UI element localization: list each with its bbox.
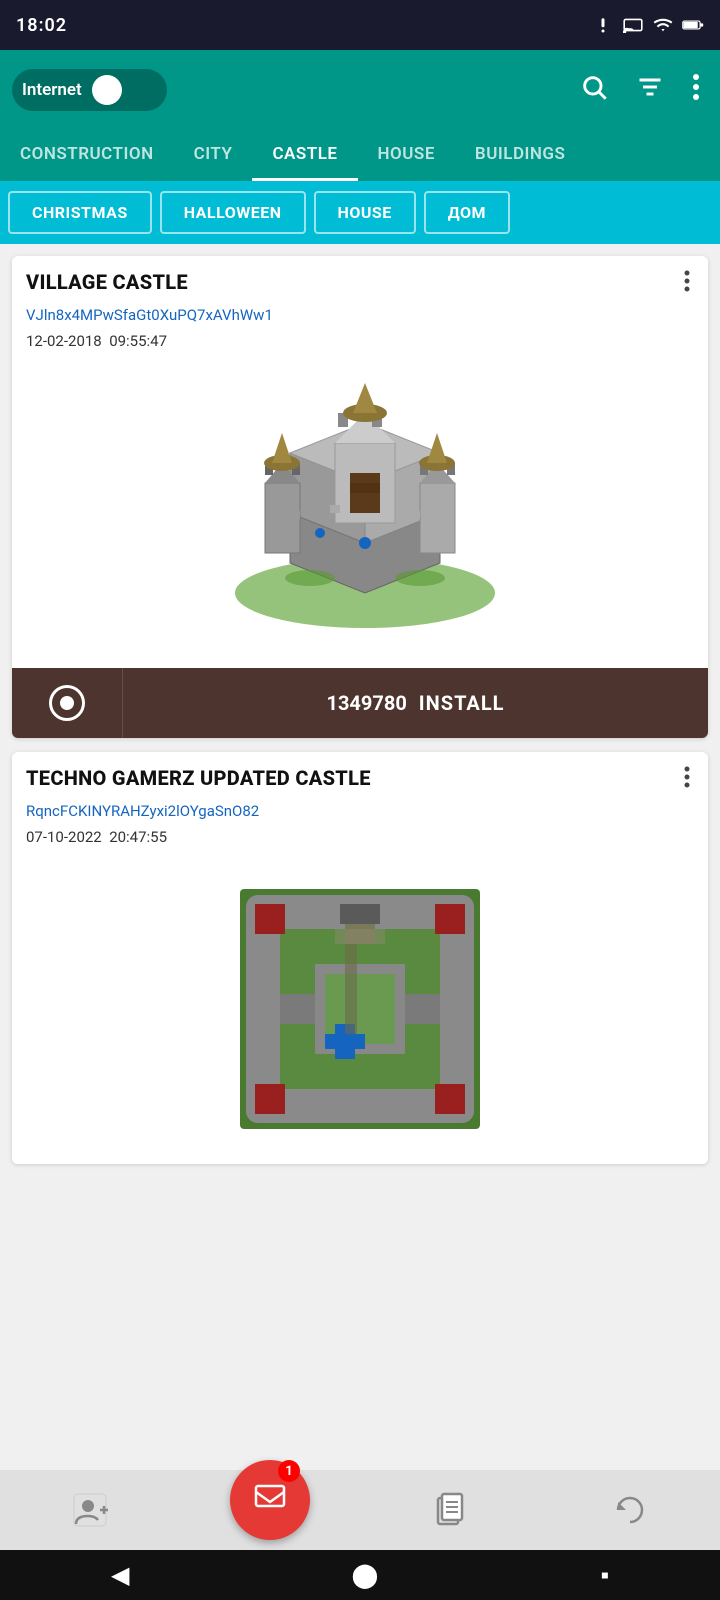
status-bar: 18:02 — [0, 0, 720, 50]
chip-halloween[interactable]: HALLOWEEN — [160, 191, 306, 234]
android-nav-bar: ◀ ⬤ ▪ — [0, 1550, 720, 1600]
nav-item-add-user[interactable] — [50, 1480, 130, 1540]
card-header-1: VILLAGE CASTLE — [12, 256, 708, 304]
chip-dom[interactable]: ДОМ — [424, 191, 510, 234]
status-time: 18:02 — [16, 15, 67, 36]
nav-item-refresh[interactable] — [590, 1480, 670, 1540]
chip-house[interactable]: HOUSE — [314, 191, 416, 234]
card-menu-icon-1[interactable] — [680, 270, 694, 298]
card-date-2: 07-10-2022 20:47:55 — [12, 824, 708, 854]
tab-buildings[interactable]: BUILDINGS — [455, 130, 586, 181]
back-button[interactable]: ◀ — [91, 1553, 149, 1597]
chip-christmas[interactable]: CHRISTMAS — [8, 191, 152, 234]
card-village-castle: VILLAGE CASTLE VJln8x4MPwSfaGt0XuPQ7xAVh… — [12, 256, 708, 738]
card-techno-castle: TECHNO GAMERZ UPDATED CASTLE RqncFCKINYR… — [12, 752, 708, 1164]
home-button[interactable]: ⬤ — [332, 1553, 399, 1597]
nav-item-copy[interactable] — [410, 1480, 490, 1540]
app-bar: Internet — [0, 50, 720, 130]
content-area: VILLAGE CASTLE VJln8x4MPwSfaGt0XuPQ7xAVh… — [0, 244, 720, 1176]
card-title-2: TECHNO GAMERZ UPDATED CASTLE — [26, 766, 371, 790]
card-image-1 — [12, 358, 708, 668]
wifi-icon — [652, 14, 674, 36]
tab-house[interactable]: HOUSE — [358, 130, 455, 181]
tab-city[interactable]: CITY — [174, 130, 253, 181]
search-icon[interactable] — [572, 65, 616, 116]
install-label-1: INSTALL — [419, 691, 505, 715]
more-options-icon[interactable] — [684, 65, 708, 116]
card-image-2 — [12, 854, 708, 1164]
category-tabs: CONSTRUCTION CITY CASTLE HOUSE BUILDINGS — [0, 130, 720, 181]
card-link-2[interactable]: RqncFCKINYRAHZyxi2lOYgaSnO82 — [12, 800, 708, 824]
card-link-1[interactable]: VJln8x4MPwSfaGt0XuPQ7xAVhWw1 — [12, 304, 708, 328]
card-menu-icon-2[interactable] — [680, 766, 694, 794]
alert-icon — [592, 14, 614, 36]
notification-badge: 1 — [278, 1460, 300, 1482]
filter-icon[interactable] — [628, 67, 672, 114]
bottom-nav: 1 — [0, 1470, 720, 1550]
internet-label: Internet — [22, 80, 82, 100]
status-icons — [592, 14, 704, 36]
sub-category-chips: CHRISTMAS HALLOWEEN HOUSE ДОМ — [0, 181, 720, 244]
card-footer-1: 1349780 INSTALL — [12, 668, 708, 738]
eye-icon-1 — [49, 685, 85, 721]
card-header-2: TECHNO GAMERZ UPDATED CASTLE — [12, 752, 708, 800]
battery-icon — [682, 14, 704, 36]
card-title-1: VILLAGE CASTLE — [26, 270, 188, 294]
install-button-1[interactable]: 1349780 INSTALL — [122, 668, 708, 738]
install-count-1: 1349780 — [326, 691, 406, 715]
view-button-1[interactable] — [12, 668, 122, 738]
cast-icon — [622, 14, 644, 36]
internet-toggle[interactable]: Internet — [12, 69, 167, 111]
recents-button[interactable]: ▪ — [580, 1553, 629, 1598]
nav-item-inbox[interactable]: 1 — [230, 1460, 310, 1540]
toggle-circle[interactable] — [92, 75, 122, 105]
tab-castle[interactable]: CASTLE — [252, 130, 357, 181]
tab-construction[interactable]: CONSTRUCTION — [0, 130, 174, 181]
card-date-1: 12-02-2018 09:55:47 — [12, 328, 708, 358]
